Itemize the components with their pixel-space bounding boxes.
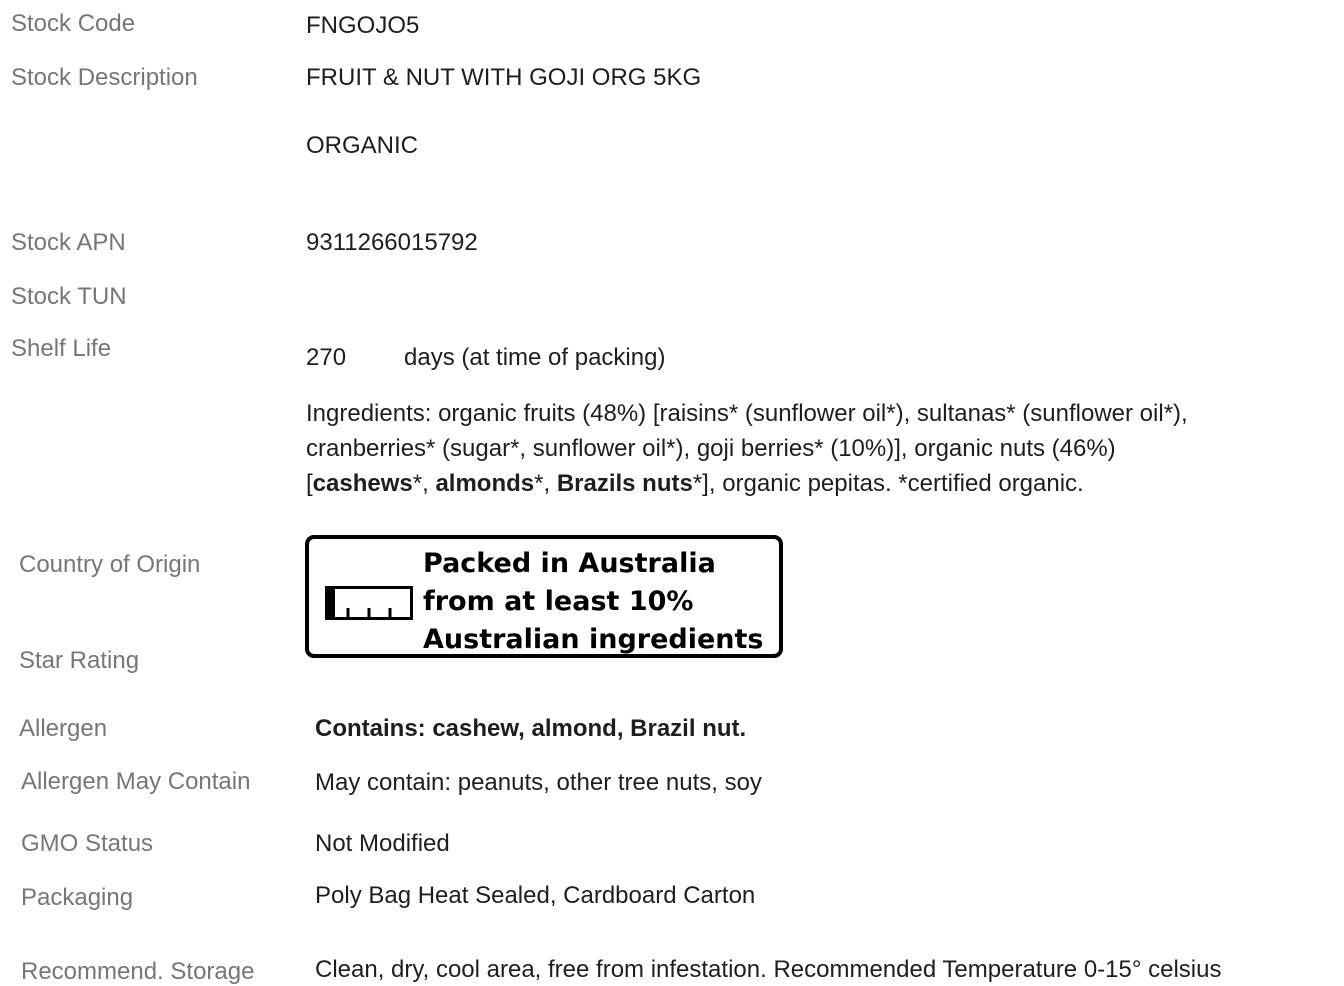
- recommended-storage-label: Recommend. Storage: [21, 958, 255, 985]
- gmo-status-label: GMO Status: [21, 830, 154, 857]
- australian-ingredients-bar-icon: [325, 586, 413, 620]
- shelf-life-label: Shelf Life: [11, 335, 112, 362]
- allergen-value: Contains: cashew, almond, Brazil nut.: [315, 715, 747, 742]
- ingredients-sep-1: *,: [412, 470, 436, 497]
- stock-tun-label: Stock TUN: [11, 283, 127, 310]
- ingredients-text: Ingredients: organic fruits (48%) [raisi…: [306, 396, 1342, 501]
- origin-line-2: from at least 10%: [423, 586, 694, 617]
- ingredients-bracket: [: [306, 470, 313, 497]
- origin-logo-text: Packed in Australia from at least 10% Au…: [423, 545, 764, 659]
- country-of-origin-label: Country of Origin: [19, 551, 201, 578]
- stock-code-value: FNGOJO5: [306, 12, 420, 39]
- stock-apn-label: Stock APN: [11, 229, 126, 256]
- ingredient-cashews: cashews: [312, 470, 413, 497]
- origin-line-1: Packed in Australia: [423, 548, 716, 579]
- packaging-label: Packaging: [21, 884, 134, 911]
- packaging-value: Poly Bag Heat Sealed, Cardboard Carton: [315, 882, 756, 909]
- star-rating-label: Star Rating: [19, 647, 140, 674]
- shelf-life-unit: days (at time of packing): [404, 344, 666, 371]
- allergen-may-contain-value: May contain: peanuts, other tree nuts, s…: [315, 769, 762, 796]
- stock-description-secondary: ORGANIC: [306, 132, 419, 159]
- ingredients-line-1: Ingredients: organic fruits (48%) [raisi…: [306, 400, 1188, 427]
- stock-apn-value: 9311266015792: [306, 229, 478, 256]
- allergen-may-contain-label: Allergen May Contain: [21, 768, 251, 795]
- ingredients-line-3: [cashews*, almonds*, Brazils nuts*], org…: [306, 466, 1342, 501]
- ingredient-brazil-nuts: Brazils nuts: [556, 470, 693, 497]
- ingredient-almonds: almonds: [435, 470, 535, 497]
- stock-description-value: FRUIT & NUT WITH GOJI ORG 5KG: [306, 64, 702, 91]
- ingredients-sep-2: *,: [534, 470, 557, 497]
- allergen-label: Allergen: [19, 715, 108, 742]
- stock-description-label: Stock Description: [11, 64, 198, 91]
- stock-code-label: Stock Code: [11, 10, 136, 37]
- country-of-origin-logo: Packed in Australia from at least 10% Au…: [305, 535, 783, 658]
- recommended-storage-value: Clean, dry, cool area, free from infesta…: [315, 956, 1222, 983]
- ingredients-line-2: cranberries* (sugar*, sunflower oil*), g…: [306, 435, 1116, 462]
- origin-line-3: Australian ingredients: [423, 624, 764, 655]
- gmo-status-value: Not Modified: [315, 830, 450, 857]
- ingredients-rest: *], organic pepitas. *certified organic.: [692, 470, 1084, 497]
- shelf-life-days: 270: [306, 344, 347, 371]
